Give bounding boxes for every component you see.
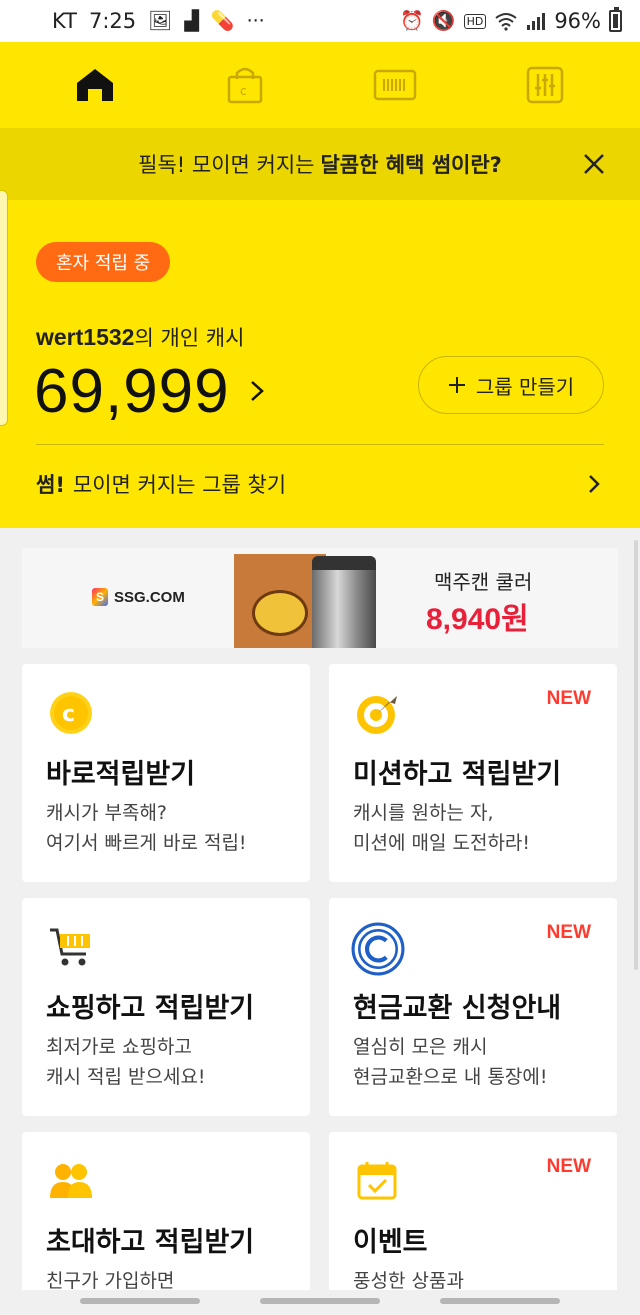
close-icon bbox=[584, 154, 604, 174]
invite-friends-icon bbox=[50, 1164, 92, 1198]
banner-text: 필독! 모이면 커지는 bbox=[138, 153, 315, 177]
pill-icon: 💊 bbox=[210, 9, 235, 32]
find-group-row[interactable]: 썸! 모이면 커지는 그룹 찾기 bbox=[36, 462, 604, 506]
card-desc: 최저가로 쇼핑하고 캐시 적립 받으세요! bbox=[46, 1036, 206, 1088]
create-group-button[interactable]: 그룹 만들기 bbox=[418, 356, 604, 414]
ssg-mark-icon: S bbox=[92, 588, 108, 606]
card-title: 바로적립받기 bbox=[46, 759, 196, 790]
find-group-bold: 썸! bbox=[36, 473, 65, 497]
alarm-icon: ⏰ bbox=[400, 9, 424, 32]
svg-text:c: c bbox=[62, 702, 75, 727]
nav-recent-handle[interactable] bbox=[440, 1298, 560, 1304]
card-instant-earn[interactable]: c 바로적립받기 캐시가 부족해? 여기서 빠르게 바로 적립! bbox=[22, 664, 310, 882]
battery-percent: 96% bbox=[554, 9, 601, 33]
mute-icon: 🔇 bbox=[431, 9, 456, 32]
shopping-bag-icon: c bbox=[227, 67, 263, 104]
card-title: 현금교환 신청안내 bbox=[353, 993, 562, 1024]
tab-shop[interactable]: c bbox=[210, 55, 280, 115]
username: wert1532 bbox=[36, 324, 135, 350]
scrollbar[interactable] bbox=[634, 540, 638, 970]
card-desc: 캐시를 원하는 자, 미션에 매일 도전하라! bbox=[353, 802, 531, 854]
owner-suffix: 의 개인 캐시 bbox=[134, 326, 245, 350]
card-desc: 열심히 모은 캐시 현금교환으로 내 통장에! bbox=[353, 1036, 548, 1088]
ad-banner[interactable]: S SSG.COM 맥주캔 쿨러 8,940원 bbox=[22, 548, 618, 648]
tab-barcode[interactable] bbox=[360, 55, 430, 115]
create-group-label: 그룹 만들기 bbox=[475, 374, 575, 399]
tab-settings[interactable] bbox=[510, 55, 580, 115]
ssg-logo: S SSG.COM bbox=[92, 588, 185, 606]
signal-icon bbox=[527, 13, 546, 30]
nav-home-handle[interactable] bbox=[260, 1298, 380, 1304]
plus-icon bbox=[448, 377, 465, 393]
wifi-icon bbox=[495, 13, 517, 31]
cash-detail-chevron-icon[interactable] bbox=[242, 376, 272, 406]
settings-sliders-icon bbox=[526, 66, 564, 104]
tab-home[interactable] bbox=[60, 55, 130, 115]
battery-icon bbox=[609, 7, 622, 32]
card-title: 미션하고 적립받기 bbox=[353, 759, 562, 790]
nav-back-handle[interactable] bbox=[80, 1298, 200, 1304]
product-image-can bbox=[312, 556, 376, 648]
home-icon bbox=[77, 69, 113, 101]
card-title: 쇼핑하고 적립받기 bbox=[46, 993, 255, 1024]
notice-banner[interactable]: 필독! 모이면 커지는 달콤한 혜택 썸이란? bbox=[0, 128, 640, 200]
card-mission-earn[interactable]: NEW 미션하고 적립받기 캐시를 원하는 자, 미션에 매일 도전하라! bbox=[329, 664, 617, 882]
coin-c-icon: c bbox=[50, 692, 92, 734]
card-desc: 캐시가 부족해? 여기서 빠르게 바로 적립! bbox=[46, 802, 247, 854]
side-drawer-handle[interactable] bbox=[0, 190, 8, 426]
card-title: 이벤트 bbox=[353, 1227, 428, 1258]
top-nav: c bbox=[0, 42, 640, 128]
cash-exchange-icon bbox=[351, 922, 405, 976]
system-nav-bar bbox=[0, 1290, 640, 1315]
divider bbox=[36, 444, 604, 445]
cash-owner-label: wert1532의 개인 캐시 bbox=[36, 322, 244, 352]
new-badge: NEW bbox=[546, 688, 591, 709]
status-bar: KT 7:25 🖼 ▟ 💊 ··· ⏰ 🔇 HD 96% bbox=[0, 0, 640, 42]
cash-amount[interactable]: 69,999 bbox=[34, 356, 230, 427]
barcode-icon bbox=[373, 69, 417, 101]
new-badge: NEW bbox=[546, 922, 591, 943]
find-group-label: 모이면 커지는 그룹 찾기 bbox=[72, 473, 287, 497]
card-invite-earn[interactable]: 초대하고 적립받기 친구가 가입하면 bbox=[22, 1132, 310, 1312]
carrier-label: KT bbox=[52, 9, 77, 33]
stairs-icon: ▟ bbox=[184, 9, 199, 32]
ad-price: 8,940원 bbox=[426, 603, 529, 636]
card-cash-exchange[interactable]: NEW 현금교환 신청안내 열심히 모은 캐시 현금교환으로 내 통장에! bbox=[329, 898, 617, 1116]
status-badge: 혼자 적립 중 bbox=[36, 242, 171, 282]
shopping-cart-icon bbox=[50, 928, 90, 966]
more-dots-icon: ··· bbox=[246, 9, 265, 32]
chevron-right-icon bbox=[589, 475, 600, 493]
banner-close-button[interactable] bbox=[578, 148, 610, 180]
image-icon: 🖼 bbox=[148, 9, 173, 32]
banner-text-bold: 달콤한 혜택 썸이란? bbox=[320, 153, 502, 177]
card-event[interactable]: NEW 이벤트 풍성한 상품과 bbox=[329, 1132, 617, 1312]
target-mission-icon bbox=[357, 696, 397, 734]
card-shopping-earn[interactable]: 쇼핑하고 적립받기 최저가로 쇼핑하고 캐시 적립 받으세요! bbox=[22, 898, 310, 1116]
header-area: c 필독! 모이면 커지는 달콤한 혜택 썸이란? 혼자 적립 중 wert15… bbox=[0, 42, 640, 528]
new-badge: NEW bbox=[546, 1156, 591, 1177]
clock: 7:25 bbox=[88, 9, 137, 33]
calendar-event-icon bbox=[357, 1162, 397, 1200]
ad-brand: SSG.COM bbox=[114, 588, 185, 606]
svg-text:c: c bbox=[240, 84, 247, 98]
card-title: 초대하고 적립받기 bbox=[46, 1227, 255, 1258]
ad-product-name: 맥주캔 쿨러 bbox=[434, 570, 533, 594]
hd-icon: HD bbox=[463, 13, 487, 29]
